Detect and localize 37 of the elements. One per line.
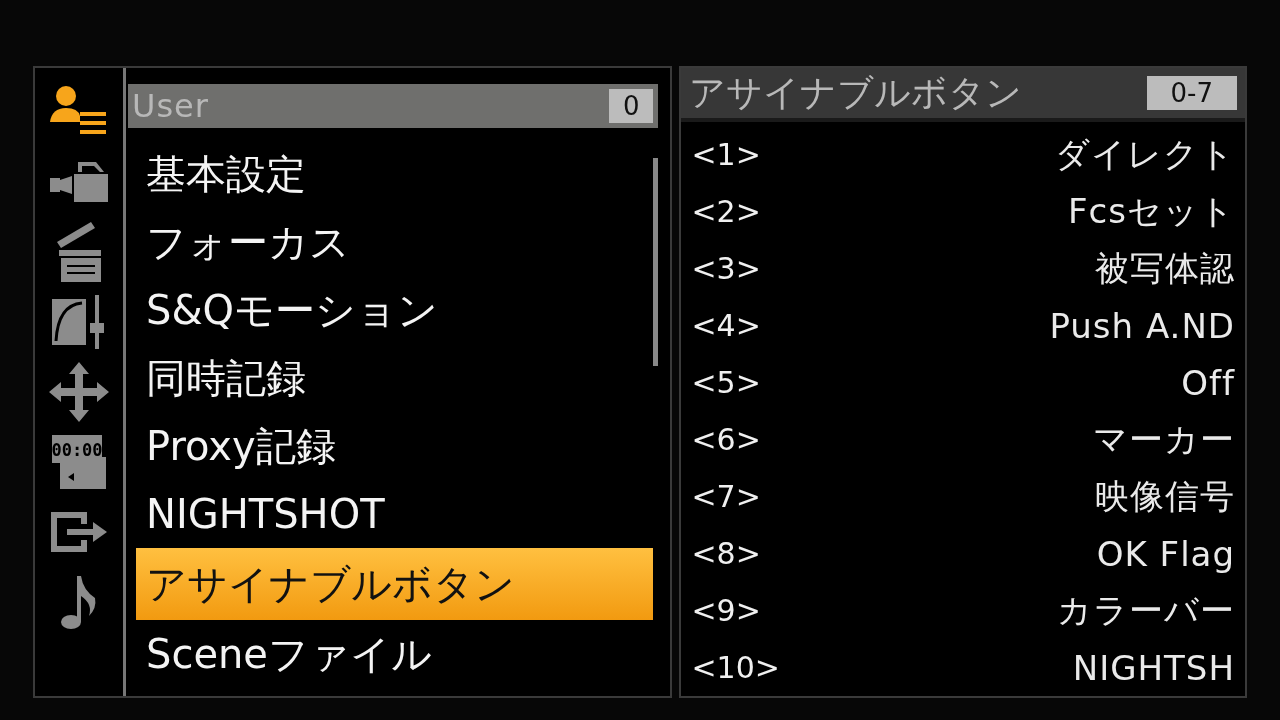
output-icon[interactable] xyxy=(49,510,109,554)
button-number: <6> xyxy=(691,422,761,457)
assigned-function: Push A.ND xyxy=(1049,305,1235,346)
clapper-icon[interactable] xyxy=(55,220,103,284)
scroll-bar[interactable] xyxy=(653,158,659,366)
menu-item[interactable]: アサイナブルボタン xyxy=(136,548,654,620)
menu-item[interactable]: Proxy記録 xyxy=(136,412,654,480)
assigned-function: 被写体認 xyxy=(1095,246,1235,290)
assigned-function: Fcsセット xyxy=(1068,189,1235,233)
menu-item[interactable]: S&Qモーション xyxy=(136,276,654,344)
button-number: <5> xyxy=(691,365,761,400)
page-range: 0-7 xyxy=(1146,76,1237,110)
menu-title: User xyxy=(132,87,209,125)
camera-icon[interactable] xyxy=(48,160,110,204)
assigned-function: カラーバー xyxy=(1057,588,1235,632)
menu-item[interactable]: NIGHTSHOT xyxy=(136,480,654,548)
button-number: <10> xyxy=(691,650,780,685)
page-number: 0 xyxy=(608,89,654,123)
assigned-function: OK Flag xyxy=(1096,533,1235,574)
menu-item[interactable]: フォーカス xyxy=(136,208,654,276)
menu-item[interactable]: 同時記録 xyxy=(136,344,654,412)
button-number: <7> xyxy=(691,479,761,514)
button-number: <9> xyxy=(691,593,761,628)
button-number: <4> xyxy=(691,308,761,343)
four-way-arrow-icon[interactable] xyxy=(47,360,111,424)
assigned-function: マーカー xyxy=(1093,417,1235,461)
button-number: <8> xyxy=(691,536,761,571)
assigned-function: ダイレクト xyxy=(1055,132,1235,176)
assigned-function: Off xyxy=(1181,362,1235,403)
button-number: <1> xyxy=(691,137,761,172)
button-number: <2> xyxy=(691,194,761,229)
button-number: <3> xyxy=(691,251,761,286)
menu-item[interactable]: 基本設定 xyxy=(136,140,654,208)
assigned-function: NIGHTSH xyxy=(1072,647,1235,688)
menu-item[interactable]: Sceneファイル xyxy=(136,620,654,688)
detail-title: アサイナブルボタン xyxy=(689,70,1023,115)
assigned-function: 映像信号 xyxy=(1095,474,1235,518)
